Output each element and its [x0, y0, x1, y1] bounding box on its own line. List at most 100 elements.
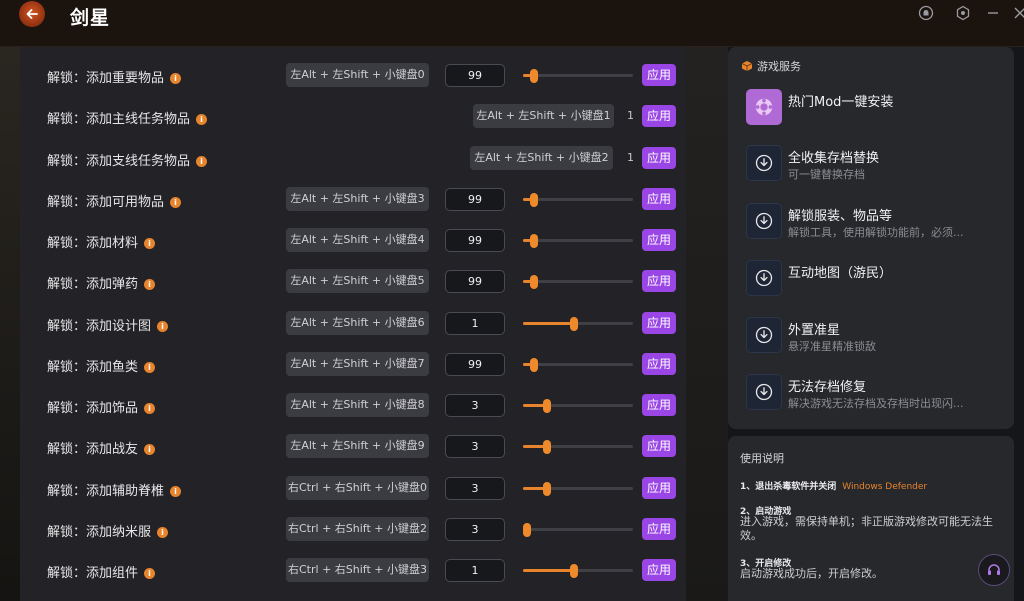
value-display: 1	[627, 109, 634, 122]
quantity-slider[interactable]	[523, 482, 633, 496]
slider-thumb[interactable]	[530, 275, 538, 289]
quantity-input[interactable]: 99	[445, 270, 505, 293]
quantity-input[interactable]: 99	[445, 229, 505, 252]
info-icon[interactable]: i	[144, 279, 156, 290]
info-icon[interactable]: i	[144, 444, 156, 455]
quantity-input[interactable]: 1	[445, 312, 505, 335]
slider-thumb[interactable]	[530, 193, 538, 207]
hotkey-badge[interactable]: 左Alt + 左Shift + 小键盘8	[286, 393, 429, 417]
hotkey-badge[interactable]: 左Alt + 左Shift + 小键盘6	[286, 311, 429, 335]
service-item[interactable]: 热门Mod一键安装	[746, 89, 1006, 129]
slider-thumb[interactable]	[543, 440, 551, 454]
service-item[interactable]: 解锁服装、物品等 解锁工具，使用解锁功能前，必须...	[746, 203, 1006, 243]
apply-button[interactable]: 应用	[642, 435, 676, 457]
apply-button[interactable]: 应用	[642, 188, 676, 210]
quantity-input[interactable]: 99	[445, 353, 505, 376]
service-item[interactable]: 无法存档修复 解决游戏无法存档及存档时出现闪...	[746, 374, 1006, 414]
info-icon[interactable]: i	[144, 568, 156, 579]
quantity-slider[interactable]	[523, 440, 633, 454]
info-icon[interactable]: i	[144, 238, 156, 249]
hotkey-badge[interactable]: 右Ctrl + 右Shift + 小键盘2	[286, 517, 429, 541]
hotkey-badge[interactable]: 右Ctrl + 右Shift + 小键盘0	[286, 476, 429, 500]
quantity-slider[interactable]	[523, 69, 633, 83]
apply-button[interactable]: 应用	[642, 270, 676, 292]
info-icon[interactable]: i	[170, 73, 182, 84]
value-display: 1	[627, 151, 634, 164]
slider-thumb[interactable]	[570, 317, 578, 331]
quantity-input[interactable]: 3	[445, 435, 505, 458]
settings-icon[interactable]	[955, 5, 971, 21]
hotkey-badge[interactable]: 左Alt + 左Shift + 小键盘9	[286, 434, 429, 458]
hotkey-badge[interactable]: 右Ctrl + 右Shift + 小键盘3	[286, 558, 429, 582]
service-item[interactable]: 全收集存档替换 可一键替换存档	[746, 145, 1006, 185]
windows-defender-link[interactable]: Windows Defender	[842, 482, 927, 492]
apply-button[interactable]: 应用	[642, 518, 676, 540]
quantity-slider[interactable]	[523, 193, 633, 207]
apply-button[interactable]: 应用	[642, 559, 676, 581]
slider-thumb[interactable]	[543, 399, 551, 413]
quantity-slider[interactable]	[523, 523, 633, 537]
info-icon[interactable]: i	[157, 321, 169, 332]
service-item[interactable]: 互动地图（游民）	[746, 260, 1006, 300]
apply-button[interactable]: 应用	[642, 312, 676, 334]
info-icon[interactable]: i	[144, 362, 156, 373]
minimize-icon[interactable]	[985, 5, 1001, 21]
service-item[interactable]: 外置准星 悬浮准星精准锁敌	[746, 317, 1006, 357]
cheat-row: 解锁：添加战友 i 左Alt + 左Shift + 小键盘9 3 应用	[20, 426, 686, 467]
apply-button[interactable]: 应用	[642, 477, 676, 499]
apply-button[interactable]: 应用	[642, 147, 676, 169]
info-icon[interactable]: i	[157, 527, 169, 538]
info-icon[interactable]: i	[170, 486, 182, 497]
slider-thumb[interactable]	[530, 234, 538, 248]
slider-thumb[interactable]	[543, 482, 551, 496]
headset-icon	[988, 564, 1000, 575]
quantity-slider[interactable]	[523, 399, 633, 413]
hotkey-badge[interactable]: 左Alt + 左Shift + 小键盘7	[286, 352, 429, 376]
service-title: 热门Mod一键安装	[788, 95, 894, 110]
cheat-label: 解锁：添加可用物品 i	[47, 191, 182, 210]
box-icon	[741, 61, 753, 71]
info-icon[interactable]: i	[144, 403, 156, 414]
hotkey-badge[interactable]: 左Alt + 左Shift + 小键盘1	[473, 104, 614, 128]
quantity-input[interactable]: 3	[445, 518, 505, 541]
back-button[interactable]	[19, 1, 45, 27]
hotkey-badge[interactable]: 左Alt + 左Shift + 小键盘5	[286, 269, 429, 293]
quantity-input[interactable]: 3	[445, 394, 505, 417]
hotkey-badge[interactable]: 左Alt + 左Shift + 小键盘0	[286, 63, 429, 87]
hotkey-badge[interactable]: 左Alt + 左Shift + 小键盘2	[470, 146, 613, 170]
apply-button[interactable]: 应用	[642, 105, 676, 127]
info-icon[interactable]: i	[196, 114, 208, 125]
quantity-input[interactable]: 99	[445, 188, 505, 211]
apply-button[interactable]: 应用	[642, 229, 676, 251]
hotkey-badge[interactable]: 左Alt + 左Shift + 小键盘4	[286, 228, 429, 252]
cheat-label-text: 解锁：添加可用物品	[47, 195, 165, 210]
quantity-input[interactable]: 3	[445, 477, 505, 500]
slider-thumb[interactable]	[570, 564, 578, 578]
cheat-label: 解锁：添加战友 i	[47, 438, 156, 457]
slider-thumb[interactable]	[530, 358, 538, 372]
info-icon[interactable]: i	[170, 197, 182, 208]
cheat-row: 解锁：添加纳米服 i 右Ctrl + 右Shift + 小键盘2 3 应用	[20, 509, 686, 550]
hotkey-badge[interactable]: 左Alt + 左Shift + 小键盘3	[286, 187, 429, 211]
apply-button[interactable]: 应用	[642, 394, 676, 416]
download-icon	[746, 203, 782, 239]
quantity-slider[interactable]	[523, 275, 633, 289]
support-button[interactable]	[978, 554, 1010, 586]
title-bar: 剑星	[0, 0, 1024, 47]
quantity-slider[interactable]	[523, 234, 633, 248]
quantity-input[interactable]: 99	[445, 64, 505, 87]
slider-thumb[interactable]	[523, 523, 531, 537]
apply-button[interactable]: 应用	[642, 353, 676, 375]
quantity-slider[interactable]	[523, 358, 633, 372]
notification-icon[interactable]	[918, 5, 934, 21]
download-icon	[746, 374, 782, 410]
quantity-slider[interactable]	[523, 317, 633, 331]
quantity-slider[interactable]	[523, 564, 633, 578]
quantity-input[interactable]: 1	[445, 559, 505, 582]
slider-track	[523, 363, 633, 366]
close-icon[interactable]	[1012, 5, 1024, 21]
step-1-title: 1、退出杀毒软件并关闭 Windows Defender	[740, 479, 927, 492]
info-icon[interactable]: i	[196, 156, 208, 167]
slider-thumb[interactable]	[530, 69, 538, 83]
apply-button[interactable]: 应用	[642, 64, 676, 86]
